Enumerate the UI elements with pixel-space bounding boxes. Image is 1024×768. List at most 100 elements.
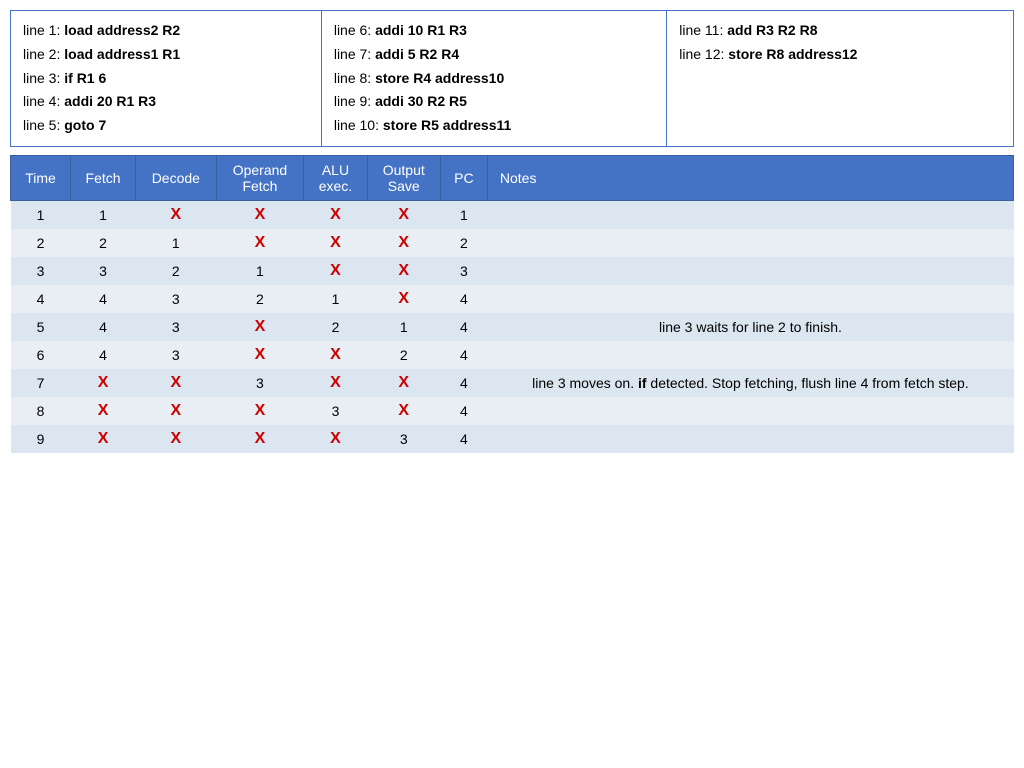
cell-notes	[487, 200, 1013, 229]
cell-fetch: X	[70, 425, 135, 453]
cell-time: 3	[11, 257, 71, 285]
col-header-time: Time	[11, 155, 71, 200]
table-cell: X	[367, 257, 440, 285]
table-cell: X	[304, 425, 367, 453]
cell-pc: 4	[440, 341, 487, 369]
table-cell: X	[367, 285, 440, 313]
cell-notes	[487, 229, 1013, 257]
cell-fetch: 2	[70, 229, 135, 257]
table-row: 543X214line 3 waits for line 2 to finish…	[11, 313, 1014, 341]
table-cell: X	[216, 229, 304, 257]
table-cell: X	[136, 200, 217, 229]
cell-notes	[487, 341, 1013, 369]
table-row: 44321X4	[11, 285, 1014, 313]
col-header-notes: Notes	[487, 155, 1013, 200]
cell-time: 7	[11, 369, 71, 397]
table-cell: X	[216, 397, 304, 425]
cell-pc: 3	[440, 257, 487, 285]
cell-notes	[487, 285, 1013, 313]
table-row: 8XXX3X4	[11, 397, 1014, 425]
code-section-1: line 1: load address2 R2 line 2: load ad…	[11, 11, 322, 147]
table-cell: X	[304, 341, 367, 369]
code-line-7: line 7: addi 5 R2 R4	[334, 43, 654, 67]
cell-notes: line 3 waits for line 2 to finish.	[487, 313, 1013, 341]
cell-notes	[487, 397, 1013, 425]
table-cell: X	[136, 425, 217, 453]
col-header-fetch: Fetch	[70, 155, 135, 200]
table-cell: X	[136, 369, 217, 397]
cell-pc: 4	[440, 285, 487, 313]
table-cell: X	[304, 200, 367, 229]
table-cell: X	[367, 369, 440, 397]
table-row: 221XXX2	[11, 229, 1014, 257]
table-row: 11XXXX1	[11, 200, 1014, 229]
cell-notes	[487, 425, 1013, 453]
table-cell: 3	[136, 313, 217, 341]
table-row: 7XX3XX4line 3 moves on. if detected. Sto…	[11, 369, 1014, 397]
cell-fetch: 3	[70, 257, 135, 285]
cell-time: 8	[11, 397, 71, 425]
cell-notes	[487, 257, 1013, 285]
cell-fetch: X	[70, 369, 135, 397]
table-cell: X	[367, 200, 440, 229]
col-header-pc: PC	[440, 155, 487, 200]
cell-pc: 2	[440, 229, 487, 257]
table-cell: 2	[304, 313, 367, 341]
cell-pc: 4	[440, 369, 487, 397]
table-cell: 2	[367, 341, 440, 369]
cell-fetch: 4	[70, 313, 135, 341]
table-cell: 2	[216, 285, 304, 313]
table-cell: 1	[367, 313, 440, 341]
code-line-3: line 3: if R1 6	[23, 67, 309, 91]
code-line-10: line 10: store R5 address11	[334, 114, 654, 138]
cell-fetch: X	[70, 397, 135, 425]
col-header-operand: OperandFetch	[216, 155, 304, 200]
table-row: 9XXXX34	[11, 425, 1014, 453]
cell-fetch: 4	[70, 341, 135, 369]
table-cell: X	[367, 229, 440, 257]
code-line-9: line 9: addi 30 R2 R5	[334, 90, 654, 114]
table-cell: 3	[136, 341, 217, 369]
table-cell: X	[304, 229, 367, 257]
code-line-8: line 8: store R4 address10	[334, 67, 654, 91]
cell-notes: line 3 moves on. if detected. Stop fetch…	[487, 369, 1013, 397]
table-cell: 3	[304, 397, 367, 425]
code-table: line 1: load address2 R2 line 2: load ad…	[10, 10, 1014, 147]
cell-time: 5	[11, 313, 71, 341]
cell-pc: 4	[440, 313, 487, 341]
cell-time: 4	[11, 285, 71, 313]
cell-time: 1	[11, 200, 71, 229]
table-cell: 2	[136, 257, 217, 285]
table-cell: 1	[304, 285, 367, 313]
cell-pc: 4	[440, 425, 487, 453]
code-section-3: line 11: add R3 R2 R8 line 12: store R8 …	[667, 11, 1014, 147]
col-header-alu: ALUexec.	[304, 155, 367, 200]
cell-time: 9	[11, 425, 71, 453]
code-line-2: line 2: load address1 R1	[23, 43, 309, 67]
code-line-1: line 1: load address2 R2	[23, 19, 309, 43]
cell-pc: 1	[440, 200, 487, 229]
table-cell: X	[367, 397, 440, 425]
cell-time: 2	[11, 229, 71, 257]
code-section-2: line 6: addi 10 R1 R3 line 7: addi 5 R2 …	[321, 11, 666, 147]
table-row: 643XX24	[11, 341, 1014, 369]
code-line-12: line 12: store R8 address12	[679, 43, 1001, 67]
code-line-6: line 6: addi 10 R1 R3	[334, 19, 654, 43]
col-header-decode: Decode	[136, 155, 217, 200]
code-line-11: line 11: add R3 R2 R8	[679, 19, 1001, 43]
table-cell: 3	[136, 285, 217, 313]
table-cell: X	[216, 425, 304, 453]
code-line-4: line 4: addi 20 R1 R3	[23, 90, 309, 114]
table-cell: 3	[367, 425, 440, 453]
cell-pc: 4	[440, 397, 487, 425]
table-cell: X	[136, 397, 217, 425]
cell-time: 6	[11, 341, 71, 369]
code-line-5: line 5: goto 7	[23, 114, 309, 138]
table-row: 3321XX3	[11, 257, 1014, 285]
table-cell: X	[216, 200, 304, 229]
cell-fetch: 1	[70, 200, 135, 229]
table-cell: 1	[136, 229, 217, 257]
table-cell: X	[216, 341, 304, 369]
table-cell: 3	[216, 369, 304, 397]
table-cell: X	[304, 369, 367, 397]
